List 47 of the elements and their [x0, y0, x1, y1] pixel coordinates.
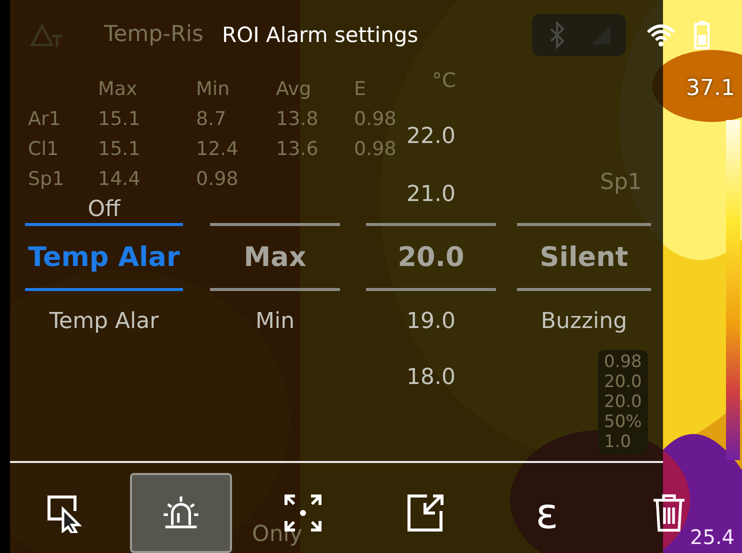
row-label: Sp1 [28, 168, 66, 190]
battery-icon [694, 20, 710, 50]
table-cell-text: 0.98 [196, 168, 240, 190]
mode-text: Temp-Ris [104, 22, 204, 48]
picker-option[interactable]: 22.0 [406, 124, 456, 149]
picker-option[interactable]: 21.0 [406, 182, 456, 207]
picker-option[interactable]: Temp Alar [49, 308, 159, 334]
reading-value: 0.98 [604, 352, 642, 372]
picker-option[interactable]: 19.0 [406, 308, 456, 334]
table-cell-text: 14.4 [98, 168, 142, 190]
reading-value: 20.0 [604, 372, 642, 392]
cursor-select-icon [45, 493, 85, 533]
table-cell-text: 15.1 [98, 138, 142, 160]
reading-value: 1.0 [604, 432, 632, 452]
spot-label: Sp1 [600, 170, 642, 195]
table-cell-text: 13.8 [276, 108, 320, 130]
table-cell-text: 12.4 [196, 138, 240, 160]
table-cell-text: 13.6 [276, 138, 320, 160]
alarm-button[interactable] [130, 473, 232, 553]
table-cell-text: 0.98 [354, 108, 398, 130]
emissivity-button[interactable]: ε [505, 473, 589, 553]
row-label: Cl1 [28, 138, 60, 160]
reading-value: 20.0 [604, 392, 642, 412]
picker-option[interactable]: 18.0 [406, 364, 456, 390]
picker-option[interactable]: Max [244, 242, 306, 273]
scale-min-value: 25.4 [690, 525, 735, 549]
picker-option[interactable]: Temp Alar [28, 242, 180, 273]
column-header: Min [196, 78, 231, 100]
row-label: Ar1 [28, 108, 62, 130]
wifi-icon [646, 22, 676, 47]
table-cell-text: 15.1 [98, 108, 142, 130]
picker-option[interactable]: Off [88, 197, 120, 222]
scale-max-value: 37.1 [686, 76, 735, 101]
dialog-title: ROI Alarm settings [222, 22, 420, 47]
table-cell-text: 0.98 [354, 138, 398, 160]
reading-value: 50% [604, 412, 642, 432]
column-header: Avg [276, 78, 312, 100]
picker-option[interactable]: Buzzing [540, 308, 628, 334]
table-cell-text: 8.7 [196, 108, 228, 130]
column-header: E [354, 78, 368, 100]
column-header: Max [98, 78, 138, 100]
delta-icon [30, 22, 64, 47]
export-icon [405, 493, 445, 533]
picker-option[interactable]: Silent [540, 242, 628, 273]
unit-label: °C [432, 68, 456, 92]
picker-option[interactable]: Min [255, 308, 295, 334]
picker-option[interactable]: 20.0 [398, 242, 464, 273]
